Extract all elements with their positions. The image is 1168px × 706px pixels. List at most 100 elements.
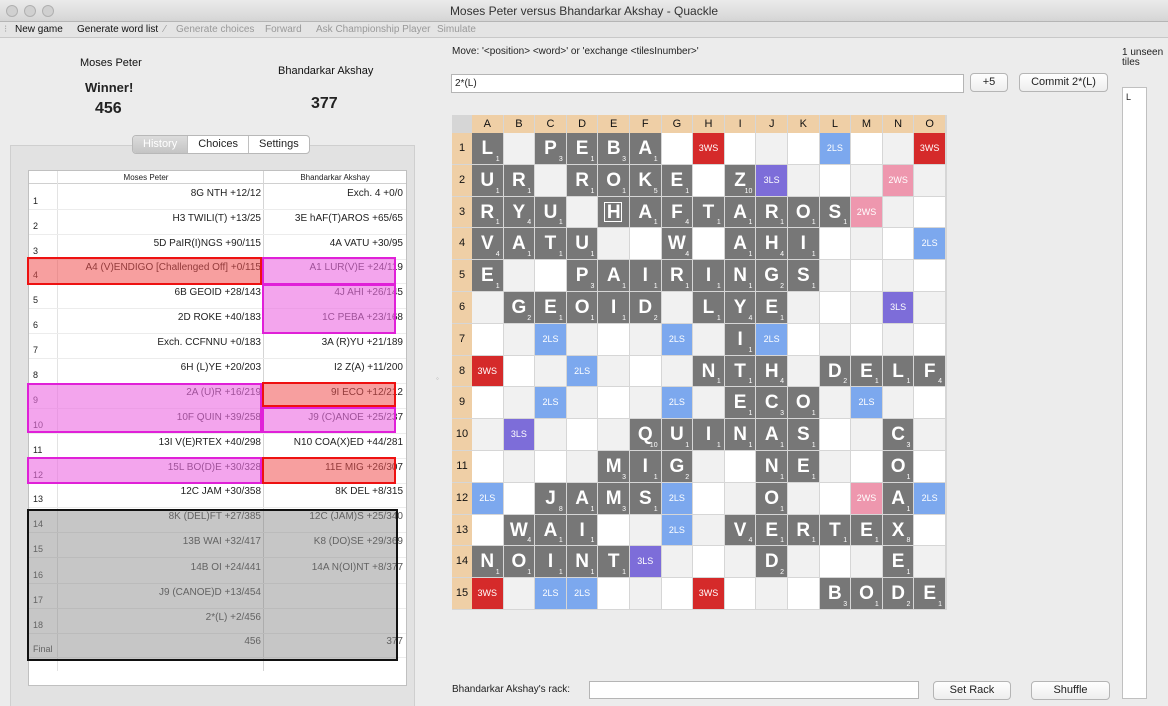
board-tile[interactable]: T1	[724, 355, 756, 387]
board-square[interactable]	[724, 133, 756, 164]
board-square[interactable]	[472, 292, 503, 323]
board-square[interactable]	[598, 387, 629, 419]
board-square[interactable]	[693, 323, 724, 355]
board-square[interactable]	[819, 228, 851, 260]
board-tile[interactable]: U1	[661, 419, 693, 450]
board-tile[interactable]: T1	[535, 228, 566, 260]
board-square[interactable]	[819, 323, 851, 355]
board-square[interactable]	[503, 260, 535, 291]
board-tile[interactable]: N1	[472, 546, 503, 578]
board-square[interactable]	[851, 419, 882, 450]
board-square[interactable]	[598, 228, 629, 260]
premium-square-tl[interactable]: 3LS	[882, 292, 914, 323]
board-square[interactable]	[472, 323, 503, 355]
history-row[interactable]: 14 8K (DEL)FT +27/385 12C (JAM)S +25/340	[29, 508, 406, 533]
board-tile[interactable]: U1	[535, 196, 566, 228]
board-square[interactable]	[472, 419, 503, 450]
board-square[interactable]	[503, 578, 535, 609]
forward-button[interactable]: Forward	[265, 23, 302, 36]
scrabble-board[interactable]: A B C D E F G H I J K L M N O 1 2 3 4 5 6 7 8 9 10 11 12 13 14 15 L 1 P 3…	[452, 115, 947, 610]
premium-square-dl[interactable]: 2LS	[661, 323, 693, 355]
board-square[interactable]	[598, 355, 629, 387]
board-square[interactable]	[598, 514, 629, 546]
board-tile[interactable]: W4	[661, 228, 693, 260]
board-square[interactable]	[724, 546, 756, 578]
board-tile[interactable]: E1	[472, 260, 503, 291]
board-square[interactable]	[472, 514, 503, 546]
board-tile[interactable]: O1	[788, 387, 819, 419]
board-tile[interactable]: H4	[756, 355, 787, 387]
board-square[interactable]	[914, 196, 945, 228]
board-tile[interactable]: I1	[693, 260, 724, 291]
board-tile[interactable]: E1	[756, 514, 787, 546]
board-square[interactable]	[819, 164, 851, 196]
board-square[interactable]	[819, 482, 851, 514]
board-square[interactable]	[535, 419, 566, 450]
board-tile[interactable]: S1	[630, 482, 661, 514]
premium-square-tl[interactable]: 3LS	[630, 546, 661, 578]
board-tile[interactable]: A1	[598, 260, 629, 291]
premium-square-dl[interactable]: 2LS	[566, 355, 598, 387]
board-square[interactable]	[851, 228, 882, 260]
board-square[interactable]	[693, 514, 724, 546]
board-tile[interactable]: T1	[693, 196, 724, 228]
close-window-button[interactable]	[6, 5, 18, 17]
board-square[interactable]	[914, 292, 945, 323]
board-square[interactable]	[819, 260, 851, 291]
board-square[interactable]	[724, 578, 756, 609]
board-tile[interactable]: N1	[724, 419, 756, 450]
ask-championship-player-button[interactable]: Ask Championship Player	[316, 23, 431, 36]
tab-history[interactable]: History	[133, 136, 189, 153]
board-tile[interactable]: E1	[535, 292, 566, 323]
board-tile[interactable]: A1	[756, 419, 787, 450]
board-tile[interactable]: H4	[756, 228, 787, 260]
board-square[interactable]	[472, 451, 503, 482]
board-square[interactable]	[914, 323, 945, 355]
new-game-button[interactable]: New game	[15, 23, 63, 36]
zoom-window-button[interactable]	[42, 5, 54, 17]
board-square[interactable]	[756, 133, 787, 164]
board-tile[interactable]: R1	[566, 164, 598, 196]
board-square[interactable]	[630, 355, 661, 387]
premium-square-dl[interactable]: 2LS	[914, 228, 945, 260]
board-square[interactable]	[882, 323, 914, 355]
board-tile[interactable]: Q 10	[630, 419, 661, 450]
board-tile[interactable]: E1	[661, 164, 693, 196]
board-square[interactable]	[566, 387, 598, 419]
board-tile[interactable]: A1	[724, 228, 756, 260]
board-tile[interactable]: M3	[598, 451, 629, 482]
board-tile[interactable]: Z 10	[724, 164, 756, 196]
board-square[interactable]	[661, 133, 693, 164]
board-square[interactable]	[535, 355, 566, 387]
history-row[interactable]: Final 456 377	[29, 633, 406, 658]
history-row[interactable]: 11 13I V(E)RTEX +40/298 N10 COA(X)ED +44/2…	[29, 434, 406, 459]
board-tile[interactable]: Y4	[724, 292, 756, 323]
board-square[interactable]	[882, 387, 914, 419]
board-tile[interactable]: E1	[788, 451, 819, 482]
board-tile[interactable]: T1	[598, 546, 629, 578]
board-tile[interactable]: G2	[756, 260, 787, 291]
board-tile[interactable]: I1	[535, 546, 566, 578]
board-square[interactable]	[693, 387, 724, 419]
history-row[interactable]: 18 2*(L) +2/456	[29, 609, 406, 634]
board-square[interactable]	[788, 482, 819, 514]
board-tile[interactable]: O1	[882, 451, 914, 482]
board-tile[interactable]: V4	[724, 514, 756, 546]
board-tile[interactable]: I1	[693, 419, 724, 450]
board-tile[interactable]: I1	[724, 323, 756, 355]
board-square[interactable]	[788, 546, 819, 578]
board-tile[interactable]: L1	[693, 292, 724, 323]
board-square[interactable]	[693, 228, 724, 260]
board-tile[interactable]: A1	[503, 228, 535, 260]
board-tile[interactable]: R1	[756, 196, 787, 228]
board-square[interactable]	[661, 546, 693, 578]
board-tile[interactable]: V4	[472, 228, 503, 260]
simulate-button[interactable]: Simulate	[437, 23, 476, 36]
set-rack-button[interactable]: Set Rack	[933, 681, 1011, 700]
board-tile[interactable]: S1	[819, 196, 851, 228]
generate-choices-button[interactable]: Generate choices	[176, 23, 254, 36]
board-tile[interactable]: N1	[693, 355, 724, 387]
premium-square-tw[interactable]: 3WS	[693, 578, 724, 609]
move-input[interactable]: 2*(L)	[451, 74, 964, 93]
board-square[interactable]	[851, 133, 882, 164]
